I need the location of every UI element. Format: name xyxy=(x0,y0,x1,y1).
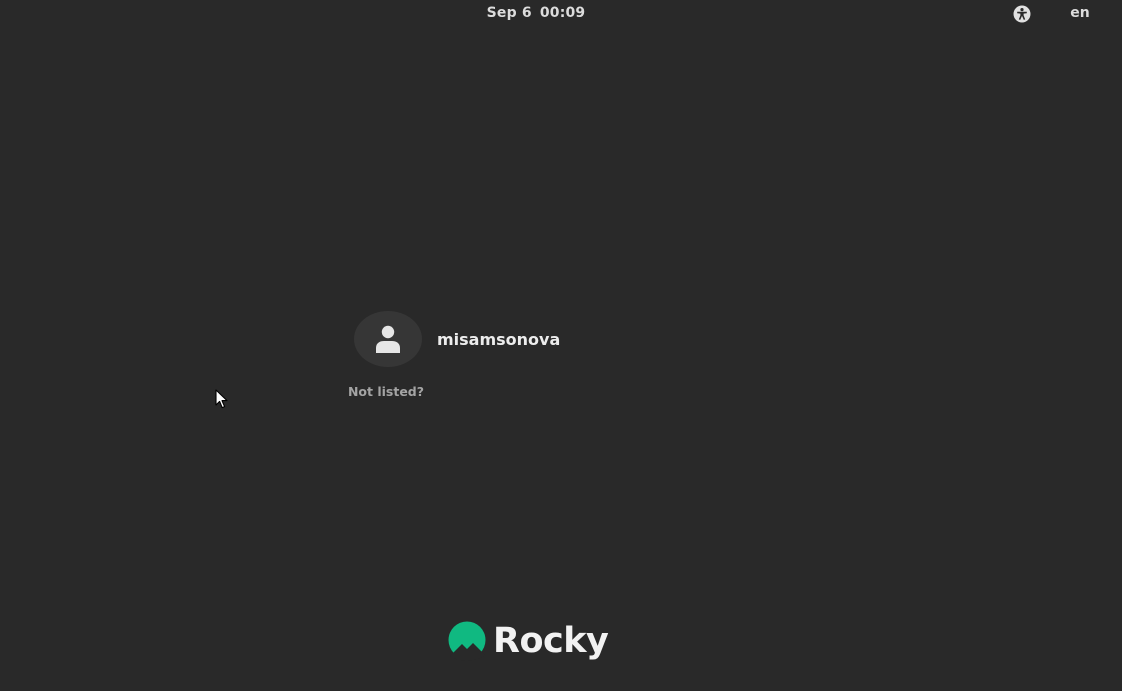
user-list-item[interactable]: misamsonova xyxy=(354,311,560,367)
clock-date: Sep 6 xyxy=(486,5,532,21)
logo-text: Rocky xyxy=(493,621,609,661)
accessibility-icon xyxy=(1013,5,1031,23)
login-screen: Sep 6 00:09 en misamsonova Not listed? R… xyxy=(0,0,1122,691)
user-avatar-icon xyxy=(376,325,400,353)
clock-time: 00:09 xyxy=(539,5,586,21)
accessibility-button[interactable] xyxy=(1013,5,1031,23)
top-bar: Sep 6 00:09 en xyxy=(0,0,1122,28)
rocky-logo: Rocky xyxy=(444,621,609,661)
mouse-pointer-icon xyxy=(215,389,228,409)
language-button[interactable]: en xyxy=(1066,5,1094,23)
not-listed-button[interactable]: Not listed? xyxy=(340,384,432,399)
rocky-mountain-icon xyxy=(448,621,486,661)
username-label: misamsonova xyxy=(437,329,561,349)
clock[interactable]: Sep 6 00:09 xyxy=(0,5,1072,21)
avatar xyxy=(354,311,422,367)
